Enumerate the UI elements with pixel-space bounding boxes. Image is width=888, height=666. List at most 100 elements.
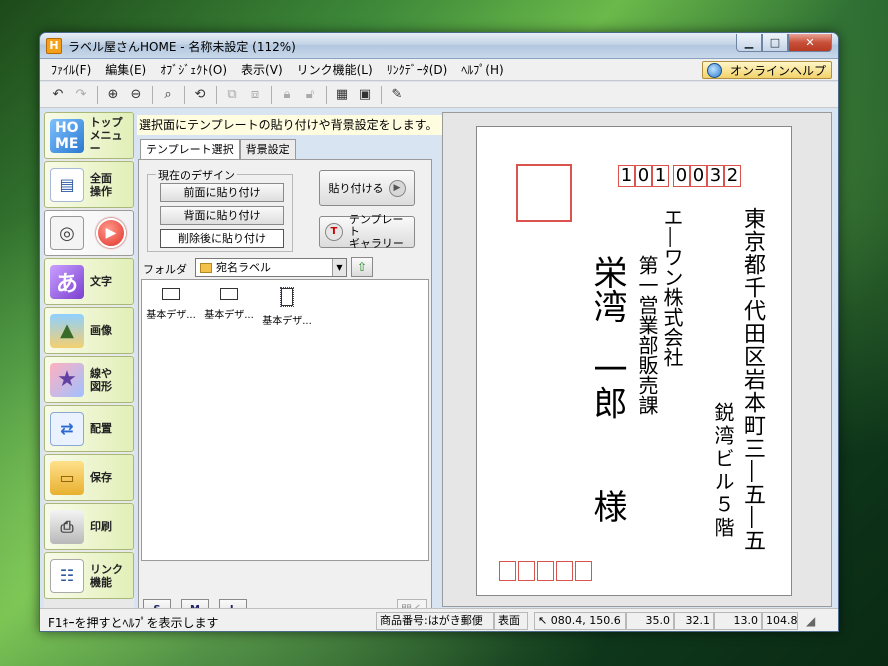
recipient-given-name: 一郎 — [587, 351, 627, 420]
folder-label: フォルダ — [143, 263, 187, 276]
template-item[interactable]: 基本デザ... — [200, 288, 258, 321]
sidebar-item-top-menu[interactable]: HO ME トップ メニュー — [44, 112, 134, 159]
sender-zip-boxes — [499, 561, 594, 581]
folder-value: 宛名ラベル — [216, 261, 271, 274]
grid-icon[interactable]: ▦ — [332, 85, 352, 105]
close-button[interactable]: ✕ — [788, 34, 832, 52]
sidebar-label: 印刷 — [90, 520, 112, 533]
tab-template-select[interactable]: テンプレート選択 — [140, 139, 240, 161]
address-line-1: 東京都千代田区岩本町三―五―五 — [740, 207, 765, 552]
globe-icon — [707, 62, 722, 78]
zip-code-boxes: 1 0 1 0 0 3 2 — [618, 165, 741, 187]
postcard-canvas[interactable]: 1 0 1 0 0 3 2 東京都千代田区岩本町三―五―五 鋭湾ビル５階 エ―ワ… — [476, 126, 792, 596]
menu-view[interactable]: 表示(V) — [234, 61, 290, 78]
home-icon: HO ME — [50, 118, 84, 153]
template-label: 基本デザ... — [146, 310, 196, 321]
folder-select[interactable]: 宛名ラベル ▼ — [195, 258, 347, 277]
play-icon: ▶ — [96, 218, 126, 248]
cursor-icon: ↖ — [538, 614, 551, 627]
toolbar-separator — [97, 85, 98, 104]
sidebar-item-save[interactable]: ▭ 保存 — [44, 454, 134, 501]
print-icon: ⎙ — [50, 509, 84, 544]
app-logo-icon: H — [46, 38, 62, 54]
sidebar-label: リンク 機能 — [90, 562, 123, 589]
template-label: 基本デザ... — [262, 316, 312, 327]
status-bar: F1ｷｰを押すとﾍﾙﾌﾟを表示します 商品番号:はがき郵便 表面 ↖ 080.4… — [40, 608, 838, 631]
template-thumbnail — [220, 288, 238, 300]
sidebar-item-image[interactable]: ▲ 画像 — [44, 307, 134, 354]
sidebar-item-layout[interactable]: ⇄ 配置 — [44, 405, 134, 452]
template-label: 基本デザ... — [204, 310, 254, 321]
recipient-name: 栄湾 一郎 — [587, 255, 627, 420]
sidebar-item-link[interactable]: ☷ リンク 機能 — [44, 552, 134, 599]
redo-icon[interactable]: ↷ — [71, 85, 91, 105]
undo-icon[interactable]: ↶ — [48, 85, 68, 105]
online-help-button[interactable]: オンラインヘルプ — [702, 61, 832, 79]
sidebar-item-print[interactable]: ⎙ 印刷 — [44, 503, 134, 550]
sender-zip-box — [518, 561, 535, 581]
template-item[interactable]: 基本デザ... — [258, 287, 316, 327]
maximize-button[interactable]: □ — [762, 34, 788, 52]
paste-replace-button[interactable]: 削除後に貼り付け — [160, 229, 284, 248]
tab-background[interactable]: 背景設定 — [239, 139, 296, 159]
gallery-icon: T — [325, 223, 343, 241]
rotate-icon[interactable]: ⟲ — [190, 85, 210, 105]
sidebar-label: 線や 図形 — [90, 366, 112, 393]
play-icon: ▶ — [388, 179, 406, 197]
zip-digit: 0 — [673, 165, 690, 187]
image-icon: ▲ — [50, 313, 84, 348]
sidebar-label: 保存 — [90, 471, 112, 484]
sidebar-item-full-operation[interactable]: ▤ 全面 操作 — [44, 161, 134, 208]
link-icon: ☷ — [50, 558, 84, 593]
full-operation-icon: ▤ — [50, 167, 84, 202]
sidebar-item-text[interactable]: あ 文字 — [44, 258, 134, 305]
menu-help[interactable]: ﾍﾙﾌﾟ(H) — [454, 61, 510, 78]
template-gallery-button[interactable]: T テンプレート ギャラリー — [319, 214, 415, 250]
layout-grid-icon[interactable]: ▣ — [355, 85, 375, 105]
zip-digit: 1 — [618, 165, 635, 187]
status-size-2: 32.1 — [674, 612, 714, 630]
chevron-down-icon[interactable]: ▼ — [332, 259, 346, 276]
menu-bar: ﾌｧｲﾙ(F) 編集(E) ｵﾌﾞｼﾞｪｸﾄ(O) 表示(V) リンク機能(L)… — [40, 59, 838, 81]
template-item[interactable]: 基本デザ... — [142, 288, 200, 321]
sidebar-item-shapes[interactable]: ★ 線や 図形 — [44, 356, 134, 403]
toolbar: ↶ ↷ ⊕ ⊖ ⌕ ⟲ ⧉ ⧈ 🔒︎ 🔓︎ ▦ ▣ ✎ — [40, 82, 838, 108]
hint-text: 選択面にテンプレートの貼り付けや背景設定をします。 — [137, 115, 475, 135]
template-cd-icon: ◎ — [50, 216, 84, 250]
zip-digit: 0 — [635, 165, 652, 187]
paste-back-button[interactable]: 背面に貼り付け — [160, 206, 284, 225]
department-name: 第一営業部販売課 — [635, 255, 659, 415]
zoom-fit-icon[interactable]: ⌕ — [158, 85, 178, 105]
menu-file[interactable]: ﾌｧｲﾙ(F) — [44, 61, 98, 78]
template-thumbnail — [280, 287, 294, 307]
edit-pen-icon[interactable]: ✎ — [387, 85, 407, 105]
apply-button[interactable]: 貼り付ける ▶ — [319, 170, 415, 206]
unlock-icon[interactable]: 🔓︎ — [300, 85, 320, 105]
toolbar-separator — [152, 85, 153, 104]
sender-zip-box — [499, 561, 516, 581]
ungroup-icon[interactable]: ⧈ — [245, 85, 265, 105]
status-size-1: 35.0 — [626, 612, 674, 630]
sidebar-item-template[interactable]: ◎ ▶ — [44, 210, 134, 256]
template-thumbnail — [162, 288, 180, 300]
zoom-out-icon[interactable]: ⊖ — [126, 85, 146, 105]
paste-front-button[interactable]: 前面に貼り付け — [160, 183, 284, 202]
minimize-button[interactable]: ▁ — [736, 34, 762, 52]
title-bar[interactable]: H ラベル屋さんHOME - 名称未設定 (112%) ▁ □ ✕ — [40, 33, 838, 59]
sidebar-label: 画像 — [90, 324, 112, 337]
zip-digit: 2 — [724, 165, 741, 187]
folder-icon — [200, 262, 212, 273]
sender-zip-box — [575, 561, 592, 581]
menu-edit[interactable]: 編集(E) — [98, 61, 153, 78]
resize-grip-icon[interactable]: ◢ — [806, 614, 815, 628]
lock-icon[interactable]: 🔒︎ — [277, 85, 297, 105]
zoom-in-icon[interactable]: ⊕ — [103, 85, 123, 105]
menu-link-data[interactable]: ﾘﾝｸﾃﾞｰﾀ(D) — [380, 61, 455, 78]
menu-object[interactable]: ｵﾌﾞｼﾞｪｸﾄ(O) — [153, 61, 234, 78]
template-list[interactable]: 基本デザ... 基本デザ... 基本デザ... — [141, 279, 429, 561]
menu-link[interactable]: リンク機能(L) — [290, 61, 380, 78]
group-icon[interactable]: ⧉ — [222, 85, 242, 105]
tab-strip: テンプレート選択 背景設定 — [140, 139, 296, 161]
template-panel: 現在のデザイン 前面に貼り付け 背面に貼り付け 削除後に貼り付け 貼り付ける ▶… — [138, 159, 432, 627]
folder-up-button[interactable]: ⇧ — [351, 257, 373, 277]
